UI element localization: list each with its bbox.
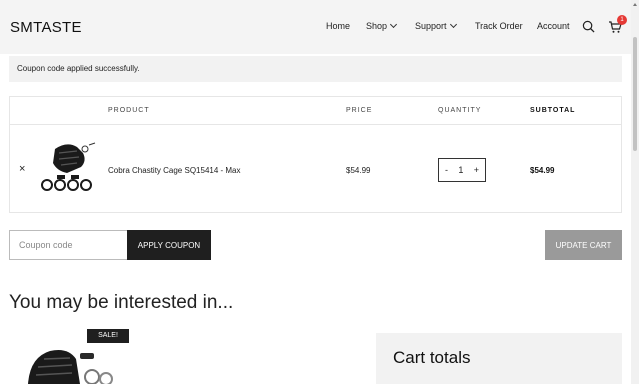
product-thumbnail[interactable]: [37, 139, 103, 197]
chevron-down-icon: [389, 20, 398, 29]
nav-account[interactable]: Account: [537, 21, 570, 31]
cart-count-badge: 1: [617, 15, 627, 25]
remove-item-button[interactable]: ×: [19, 163, 25, 175]
cart-totals-title: Cart totals: [393, 348, 471, 367]
nav-support[interactable]: Support: [415, 20, 457, 31]
cart-totals-panel: Cart totals: [376, 333, 622, 384]
nav-support-label: Support: [415, 21, 447, 31]
related-products-title: You may be interested in...: [9, 292, 234, 313]
nav-shop[interactable]: Shop: [366, 20, 398, 31]
apply-coupon-button[interactable]: APPLY COUPON: [127, 230, 211, 260]
header-subtotal: SUBTOTAL: [530, 107, 576, 114]
product-name-link[interactable]: Cobra Chastity Cage SQ15414 - Max: [108, 166, 241, 175]
quantity-value[interactable]: 1: [458, 165, 463, 175]
nav-track-order-label: Track Order: [475, 21, 523, 31]
quantity-decrease-button[interactable]: -: [445, 165, 448, 175]
search-icon[interactable]: [582, 20, 595, 33]
coupon-code-input[interactable]: [9, 230, 128, 260]
nav-home[interactable]: Home: [326, 21, 350, 31]
coupon-success-notice: Coupon code applied successfully.: [9, 56, 622, 82]
site-header: SMTASTE Home Shop Support Track Order Ac…: [0, 0, 631, 54]
header-product: PRODUCT: [108, 107, 150, 114]
table-header: PRODUCT PRICE QUANTITY SUBTOTAL: [10, 97, 621, 125]
header-quantity: QUANTITY: [438, 107, 482, 114]
table-row: × Cobra Chastity Cage SQ15414 - Max $54.…: [10, 125, 621, 213]
product-price: $54.99: [346, 166, 371, 175]
update-cart-button[interactable]: UPDATE CART: [545, 230, 622, 260]
header-price: PRICE: [346, 107, 373, 114]
cart-table: PRODUCT PRICE QUANTITY SUBTOTAL × Cobra …: [9, 96, 622, 213]
site-logo[interactable]: SMTASTE: [10, 19, 82, 36]
page-scrollbar[interactable]: [631, 0, 639, 384]
chevron-down-icon: [449, 20, 457, 29]
quantity-increase-button[interactable]: +: [474, 165, 479, 175]
scroll-up-arrow-icon[interactable]: [633, 3, 637, 6]
nav-home-label: Home: [326, 21, 351, 31]
quantity-stepper: - 1 +: [438, 158, 486, 182]
sale-badge: SALE!: [87, 329, 129, 343]
nav-shop-label: Shop: [366, 21, 388, 31]
nav-account-label: Account: [537, 21, 570, 31]
scrollbar-thumb[interactable]: [633, 37, 637, 151]
related-product-image[interactable]: [22, 345, 122, 384]
nav-track-order[interactable]: Track Order: [475, 21, 523, 31]
product-subtotal: $54.99: [530, 166, 555, 175]
